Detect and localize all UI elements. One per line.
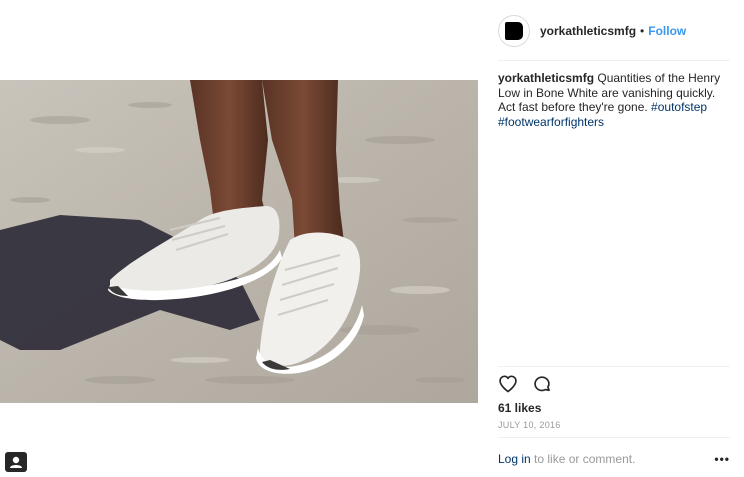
login-link[interactable]: Log in [498, 452, 531, 466]
likes-count[interactable]: 61 likes [498, 401, 541, 415]
post-photo[interactable] [0, 80, 478, 403]
header-divider [498, 60, 730, 61]
heart-icon[interactable] [498, 374, 518, 394]
follow-button[interactable]: Follow [648, 24, 686, 38]
post-actions [498, 374, 552, 394]
user-tag-icon[interactable] [5, 452, 27, 472]
login-divider [498, 437, 730, 438]
avatar[interactable] [498, 15, 530, 47]
hashtag-link[interactable]: #outofstep [651, 100, 707, 114]
separator-dot: • [640, 24, 645, 38]
username-link[interactable]: yorkathleticsmfg [540, 24, 636, 38]
hashtag-link[interactable]: #footwearforfighters [498, 115, 604, 129]
more-options-icon[interactable]: ••• [714, 452, 730, 466]
avatar-logo [505, 22, 523, 40]
post-caption: yorkathleticsmfg Quantities of the Henry… [498, 71, 726, 129]
actions-divider [498, 366, 730, 367]
post-date[interactable]: JULY 10, 2016 [498, 420, 561, 430]
post-side-panel: yorkathleticsmfg • Follow yorkathleticsm… [498, 0, 730, 477]
login-text: to like or comment. [530, 452, 636, 466]
login-prompt: Log in to like or comment. ••• [498, 452, 730, 466]
post-header: yorkathleticsmfg • Follow [498, 14, 730, 48]
comment-icon[interactable] [532, 374, 552, 394]
caption-author-link[interactable]: yorkathleticsmfg [498, 71, 594, 85]
